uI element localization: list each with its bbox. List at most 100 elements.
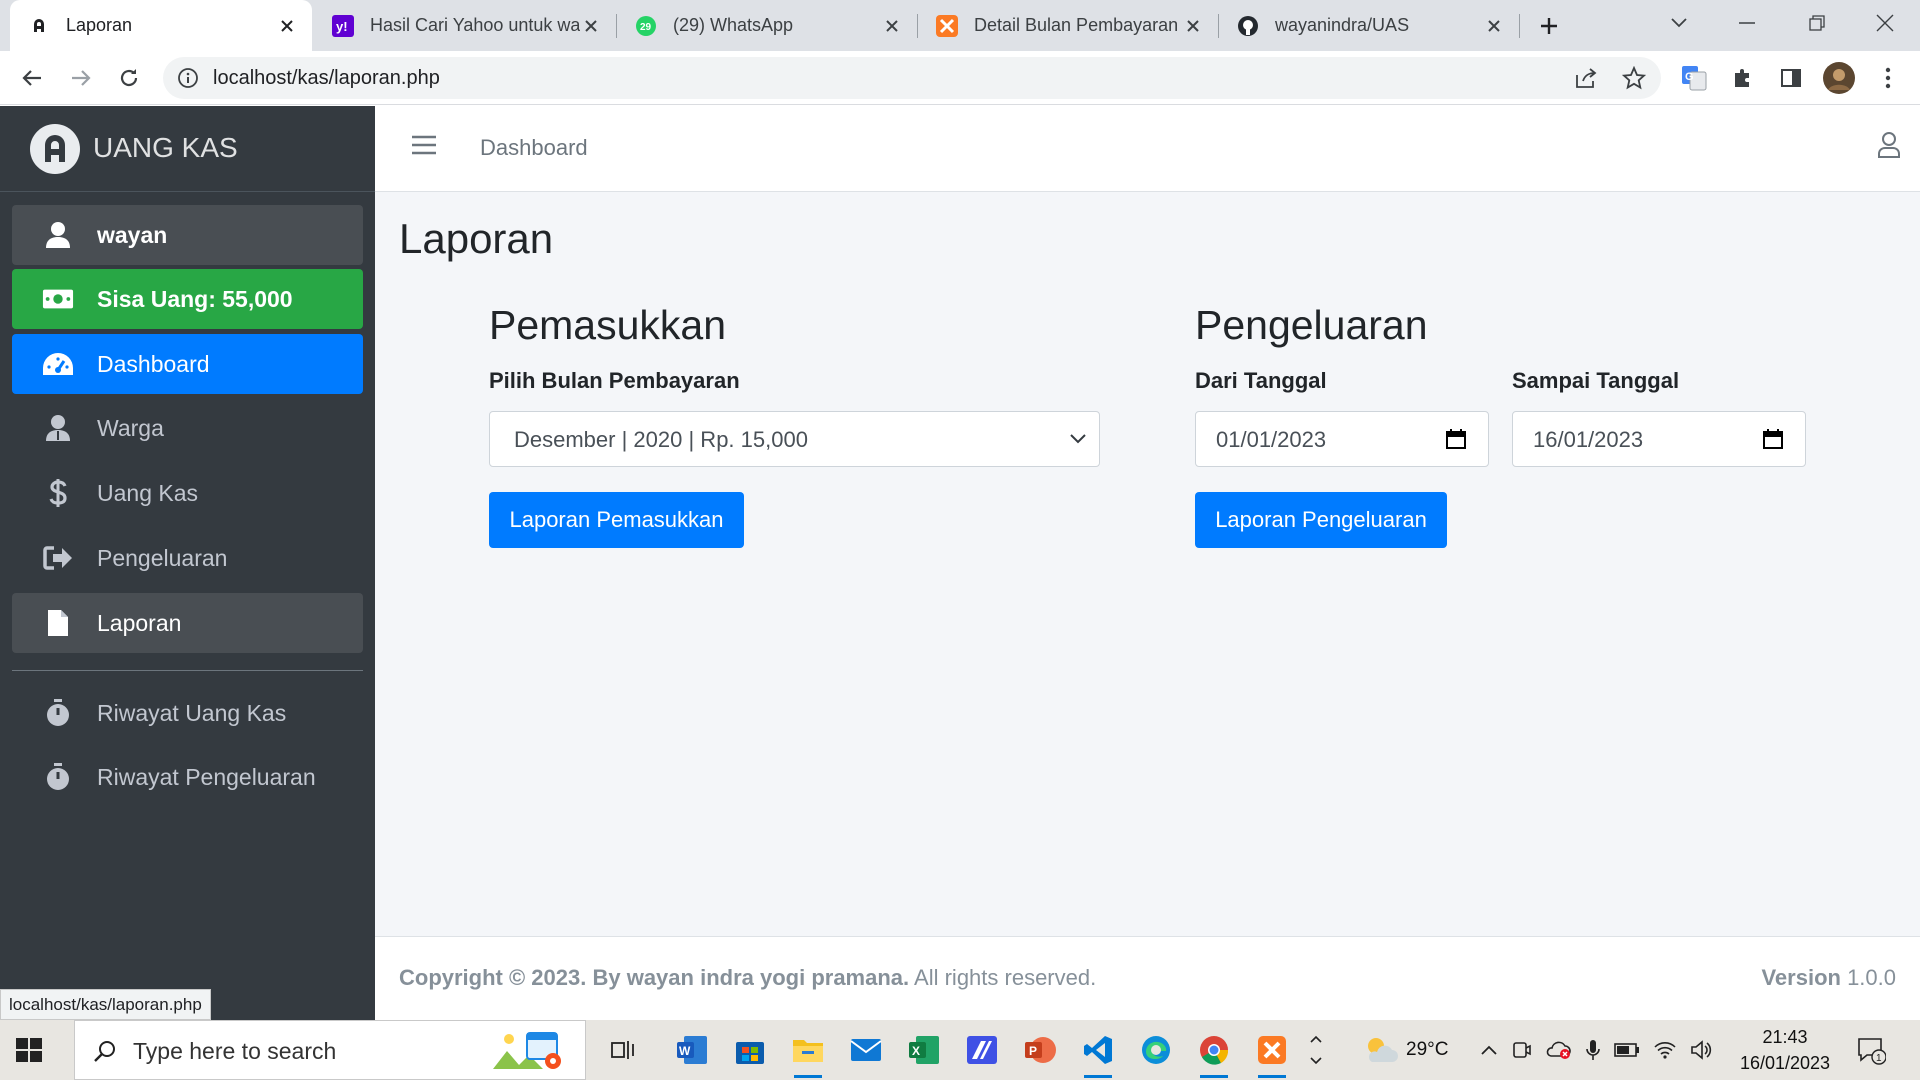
dollar-icon bbox=[42, 478, 74, 508]
sidebar-item-dashboard[interactable]: Dashboard bbox=[12, 334, 363, 394]
windows-start-icon[interactable] bbox=[14, 1035, 44, 1065]
svg-text:P: P bbox=[1029, 1044, 1037, 1058]
svg-text:1: 1 bbox=[1876, 1053, 1882, 1064]
powerpoint-icon[interactable]: P bbox=[1020, 1030, 1060, 1070]
tab-yahoo[interactable]: y! Hasil Cari Yahoo untuk wa bbox=[314, 0, 616, 51]
onedrive-error-icon[interactable] bbox=[1546, 1040, 1572, 1060]
system-tray bbox=[1480, 1020, 1712, 1080]
tab-search-button[interactable] bbox=[1654, 8, 1704, 38]
breadcrumb-dashboard-link[interactable]: Dashboard bbox=[480, 135, 588, 161]
close-icon[interactable] bbox=[1483, 15, 1505, 37]
sampai-tanggal-input[interactable]: 16/01/2023 bbox=[1512, 411, 1806, 467]
task-view-icon[interactable] bbox=[603, 1030, 643, 1070]
clock-time: 21:43 bbox=[1762, 1027, 1808, 1047]
close-icon[interactable] bbox=[276, 15, 298, 37]
battery-icon[interactable] bbox=[1614, 1043, 1640, 1057]
excel-icon[interactable]: X bbox=[904, 1030, 944, 1070]
minimize-button[interactable] bbox=[1722, 8, 1772, 38]
back-button[interactable] bbox=[16, 62, 48, 94]
bulan-pembayaran-select[interactable]: Desember | 2020 | Rp. 15,000 bbox=[489, 411, 1100, 467]
money-icon bbox=[42, 284, 74, 314]
laporan-pengeluaran-button[interactable]: Laporan Pengeluaran bbox=[1195, 492, 1447, 548]
microsoft-store-icon[interactable] bbox=[730, 1030, 770, 1070]
chevron-up-icon[interactable] bbox=[1480, 1044, 1498, 1056]
chevron-down-icon bbox=[1067, 428, 1089, 450]
new-tab-button[interactable] bbox=[1534, 11, 1564, 41]
chrome-icon[interactable] bbox=[1194, 1030, 1234, 1078]
pemasukkan-heading: Pemasukkan bbox=[489, 302, 727, 348]
search-icon bbox=[93, 1039, 117, 1063]
github-icon bbox=[1237, 15, 1259, 37]
sidebar-item-uang-kas[interactable]: Uang Kas bbox=[12, 463, 363, 523]
tab-label: Detail Bulan Pembayaran bbox=[974, 15, 1179, 35]
tab-detail-bulan[interactable]: Detail Bulan Pembayaran bbox=[918, 0, 1218, 51]
svg-text:W: W bbox=[679, 1044, 691, 1058]
vscode-icon[interactable] bbox=[1078, 1030, 1118, 1078]
tab-laporan[interactable]: Laporan bbox=[10, 0, 312, 51]
taskbar-clock[interactable]: 21:43 16/01/2023 bbox=[1730, 1024, 1840, 1076]
file-explorer-icon[interactable] bbox=[788, 1030, 828, 1078]
browser-menu-icon[interactable] bbox=[1872, 62, 1904, 94]
notification-center-icon[interactable]: 1 bbox=[1856, 1020, 1886, 1080]
tab-label: Laporan bbox=[66, 15, 133, 35]
sidebar-item-label: Sisa Uang: 55,000 bbox=[97, 285, 293, 312]
wifi-icon[interactable] bbox=[1654, 1041, 1676, 1059]
date-value: 01/01/2023 bbox=[1216, 427, 1327, 452]
sidebar-item-laporan[interactable]: Laporan bbox=[12, 593, 363, 653]
word-icon[interactable]: W bbox=[672, 1030, 712, 1070]
xampp-icon[interactable] bbox=[1252, 1030, 1292, 1078]
browser-toolbar: localhost/kas/laporan.php G bbox=[0, 51, 1920, 105]
weather-widget[interactable]: 29°C bbox=[1362, 1020, 1448, 1080]
sidebar-item-warga[interactable]: Warga bbox=[12, 398, 363, 458]
dari-tanggal-input[interactable]: 01/01/2023 bbox=[1195, 411, 1489, 467]
sidebar-item-label: Riwayat Pengeluaran bbox=[97, 763, 316, 790]
google-translate-icon[interactable]: G bbox=[1678, 62, 1710, 94]
mail-icon[interactable] bbox=[846, 1030, 886, 1070]
tab-whatsapp[interactable]: 29 (29) WhatsApp bbox=[617, 0, 917, 51]
clock-date: 16/01/2023 bbox=[1739, 1053, 1831, 1073]
laporan-pemasukkan-button[interactable]: Laporan Pemasukkan bbox=[489, 492, 744, 548]
forward-button[interactable] bbox=[65, 62, 97, 94]
reload-button[interactable] bbox=[113, 62, 145, 94]
address-bar[interactable]: localhost/kas/laporan.php bbox=[163, 57, 1661, 99]
sidebar-item-riwayat-uang-kas[interactable]: Riwayat Uang Kas bbox=[12, 683, 363, 743]
microphone-icon[interactable] bbox=[1586, 1039, 1600, 1061]
close-icon[interactable] bbox=[881, 15, 903, 37]
hamburger-menu-icon[interactable] bbox=[409, 130, 439, 160]
meet-now-icon[interactable] bbox=[1512, 1040, 1532, 1060]
side-panel-icon[interactable] bbox=[1775, 62, 1807, 94]
speaker-icon[interactable] bbox=[1690, 1040, 1712, 1060]
sidebar-item-sisa-uang[interactable]: Sisa Uang: 55,000 bbox=[12, 269, 363, 329]
share-icon[interactable] bbox=[1573, 65, 1599, 91]
tab-label: Hasil Cari Yahoo untuk wa bbox=[370, 15, 580, 35]
sidebar-item-riwayat-pengeluaran[interactable]: Riwayat Pengeluaran bbox=[12, 747, 363, 807]
tab-github[interactable]: wayanindra/UAS bbox=[1219, 0, 1519, 51]
info-icon[interactable] bbox=[177, 67, 199, 89]
content-area: Laporan Pemasukkan Pilih Bulan Pembayara… bbox=[375, 192, 1920, 936]
windows-taskbar: Type here to search W X P 29°C 21:43 16/… bbox=[0, 1020, 1920, 1080]
calendar-icon[interactable] bbox=[1761, 427, 1785, 451]
brand-link[interactable]: UANG KAS bbox=[0, 106, 375, 192]
stopwatch-icon bbox=[42, 698, 74, 728]
close-window-button[interactable] bbox=[1860, 8, 1910, 38]
profile-avatar[interactable] bbox=[1823, 62, 1855, 94]
tab-label: (29) WhatsApp bbox=[673, 15, 794, 35]
close-icon[interactable] bbox=[580, 15, 602, 37]
restore-button[interactable] bbox=[1792, 8, 1842, 38]
sidebar-item-pengeluaran[interactable]: Pengeluaran bbox=[12, 528, 363, 588]
dari-tanggal-label: Dari Tanggal bbox=[1195, 368, 1327, 393]
taskbar-search-box[interactable]: Type here to search bbox=[74, 1020, 586, 1080]
close-icon[interactable] bbox=[1182, 15, 1204, 37]
top-navbar: Dashboard bbox=[375, 106, 1920, 192]
version-label: Version bbox=[1761, 965, 1841, 990]
yahoo-icon: y! bbox=[332, 14, 354, 37]
edge-icon[interactable] bbox=[1136, 1030, 1176, 1070]
calendar-icon[interactable] bbox=[1444, 427, 1468, 451]
extensions-puzzle-icon[interactable] bbox=[1727, 62, 1759, 94]
vpn-app-icon[interactable] bbox=[962, 1030, 1002, 1070]
sidebar-item-user[interactable]: wayan bbox=[12, 205, 363, 265]
bookmark-star-icon[interactable] bbox=[1621, 65, 1647, 91]
taskbar-overflow-chevron-icon[interactable] bbox=[1303, 1030, 1329, 1070]
user-account-icon[interactable] bbox=[1874, 130, 1904, 160]
sidebar: UANG KAS wayan Sisa Uang: 55,000 Dashboa… bbox=[0, 106, 375, 1020]
